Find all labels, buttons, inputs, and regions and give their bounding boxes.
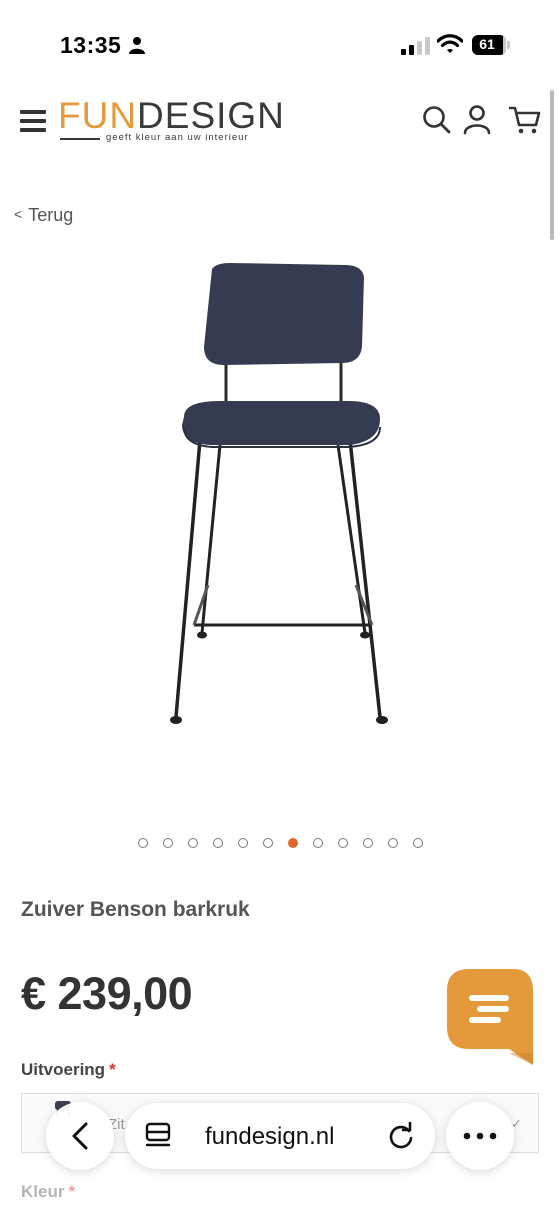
reload-icon[interactable] (387, 1122, 415, 1150)
search-icon[interactable] (421, 104, 453, 136)
chat-icon[interactable] (447, 969, 535, 1067)
carousel-dot[interactable] (337, 838, 348, 848)
product-price: € 239,00 (21, 968, 193, 1019)
carousel-dot[interactable] (137, 838, 148, 848)
battery-indicator: 61 (472, 35, 510, 55)
carousel-dot[interactable] (162, 838, 173, 848)
carousel-dot[interactable] (212, 838, 223, 848)
kleur-label-text: Kleur (21, 1182, 65, 1201)
carousel-dot[interactable] (262, 838, 273, 848)
ellipsis-icon (463, 1132, 497, 1140)
more-options-button[interactable] (446, 1102, 514, 1170)
carousel-dot-active[interactable] (287, 838, 298, 848)
back-link-label: Terug (28, 205, 74, 225)
address-text: fundesign.nl (205, 1123, 335, 1150)
logo-design: DESIGN (137, 95, 285, 136)
logo-fun: FUN (58, 95, 138, 136)
required-mark: * (68, 1182, 76, 1201)
scrollbar[interactable] (550, 90, 554, 240)
carousel-dot[interactable] (187, 838, 198, 848)
tab-overview-icon[interactable] (145, 1122, 171, 1150)
carousel-dot[interactable] (412, 838, 423, 848)
required-mark: * (109, 1060, 116, 1079)
logo-tagline: geeft kleur aan uw interieur (106, 132, 249, 143)
browser-back-button[interactable] (46, 1102, 114, 1170)
menu-icon[interactable] (20, 110, 46, 132)
carousel-dot[interactable] (312, 838, 323, 848)
product-title: Zuiver Benson barkruk (21, 898, 250, 921)
uitvoering-label: Uitvoering * (21, 1060, 116, 1080)
uitvoering-label-text: Uitvoering (21, 1060, 106, 1079)
carousel-dot[interactable] (362, 838, 373, 848)
product-image[interactable] (150, 255, 410, 735)
wifi-icon (437, 34, 463, 53)
person-icon (129, 37, 145, 54)
signal-icon (401, 37, 430, 55)
carousel-dot[interactable] (237, 838, 248, 848)
carousel-dot[interactable] (387, 838, 398, 848)
site-header: FUNDESIGN geeft kleur aan uw interieur (0, 90, 560, 160)
chevron-left-icon: < (14, 206, 23, 222)
cart-icon[interactable] (509, 104, 541, 136)
status-bar: 13:35 61 (0, 0, 560, 90)
account-icon[interactable] (461, 104, 493, 136)
chevron-left-icon (72, 1122, 88, 1150)
battery-level: 61 (479, 36, 495, 52)
address-bar[interactable]: fundesign.nl (125, 1103, 435, 1169)
site-logo[interactable]: FUNDESIGN geeft kleur aan uw interieur (58, 95, 284, 152)
kleur-label: Kleur * (21, 1182, 75, 1202)
carousel-dots (0, 838, 560, 850)
status-time: 13:35 (60, 32, 122, 58)
back-link[interactable]: < Terug (14, 205, 73, 226)
